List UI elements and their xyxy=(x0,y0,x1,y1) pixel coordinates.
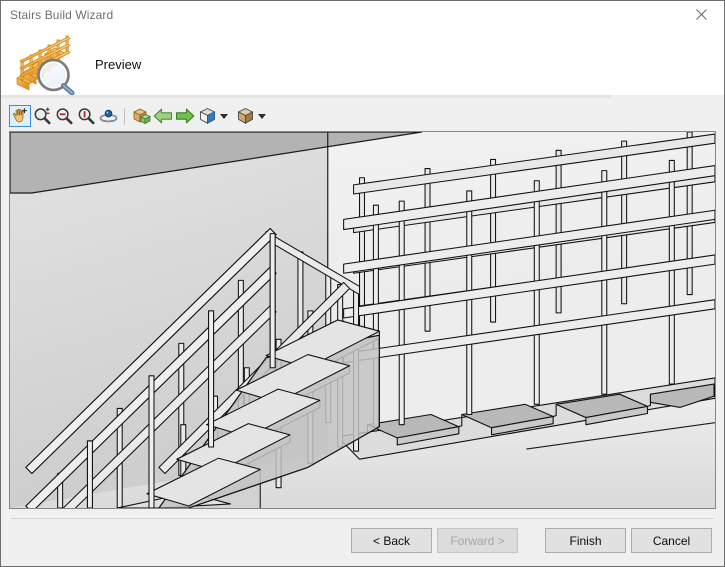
window-title: Stairs Build Wizard xyxy=(10,7,114,22)
zoom-one-icon xyxy=(78,108,95,125)
render-mode-dropdown-arrow[interactable] xyxy=(256,105,267,127)
view-forward-button[interactable] xyxy=(174,105,196,127)
titlebar: Stairs Build Wizard xyxy=(1,1,724,28)
chevron-down-icon xyxy=(219,113,228,119)
header-divider-accent xyxy=(1,95,611,98)
wizard-header: Preview xyxy=(1,28,724,101)
cancel-button[interactable]: Cancel xyxy=(631,528,712,553)
view-cube-button[interactable] xyxy=(196,105,218,127)
back-button[interactable]: < Back xyxy=(351,528,432,553)
zoom-window-button[interactable] xyxy=(31,105,53,127)
view-back-button[interactable] xyxy=(152,105,174,127)
wizard-footer: < Back Forward > Finish Cancel xyxy=(1,509,724,566)
finish-button[interactable]: Finish xyxy=(545,528,626,553)
chevron-down-icon xyxy=(257,113,266,119)
zoom-minus-icon xyxy=(56,108,73,125)
add-component-button[interactable] xyxy=(130,105,152,127)
zoom-out-button[interactable] xyxy=(53,105,75,127)
toolbar-separator xyxy=(124,107,125,125)
view-cube-dropdown-arrow[interactable] xyxy=(218,105,229,127)
orbit-icon xyxy=(99,109,117,123)
close-button[interactable] xyxy=(679,1,724,28)
footer-button-group: < Back Forward > Finish Cancel xyxy=(351,528,712,553)
preview-area xyxy=(1,131,724,509)
page-title: Preview xyxy=(95,57,142,72)
stairs-preview-icon xyxy=(11,34,81,96)
stairs-3d-preview[interactable] xyxy=(9,131,716,509)
stairs-3d-drawing xyxy=(10,132,715,508)
preview-toolbar xyxy=(1,101,724,131)
close-icon xyxy=(696,9,707,20)
hand-pan-icon xyxy=(12,108,27,123)
stairs-build-wizard-window: Stairs Build Wizard Preview < Back Forwa… xyxy=(0,0,725,567)
orbit-button[interactable] xyxy=(97,105,119,127)
box-plus-icon xyxy=(132,108,151,125)
footer-divider xyxy=(11,518,714,519)
shaded-box-icon xyxy=(236,107,254,124)
render-mode-button[interactable] xyxy=(234,105,256,127)
zoom-extents-button[interactable] xyxy=(75,105,97,127)
forward-button[interactable]: Forward > xyxy=(437,528,518,553)
arrow-left-icon xyxy=(153,108,173,124)
pan-tool-button[interactable] xyxy=(9,105,31,127)
arrow-right-icon xyxy=(175,108,195,124)
zoom-plus-minus-icon xyxy=(34,107,51,125)
view-cube-icon xyxy=(198,107,216,124)
